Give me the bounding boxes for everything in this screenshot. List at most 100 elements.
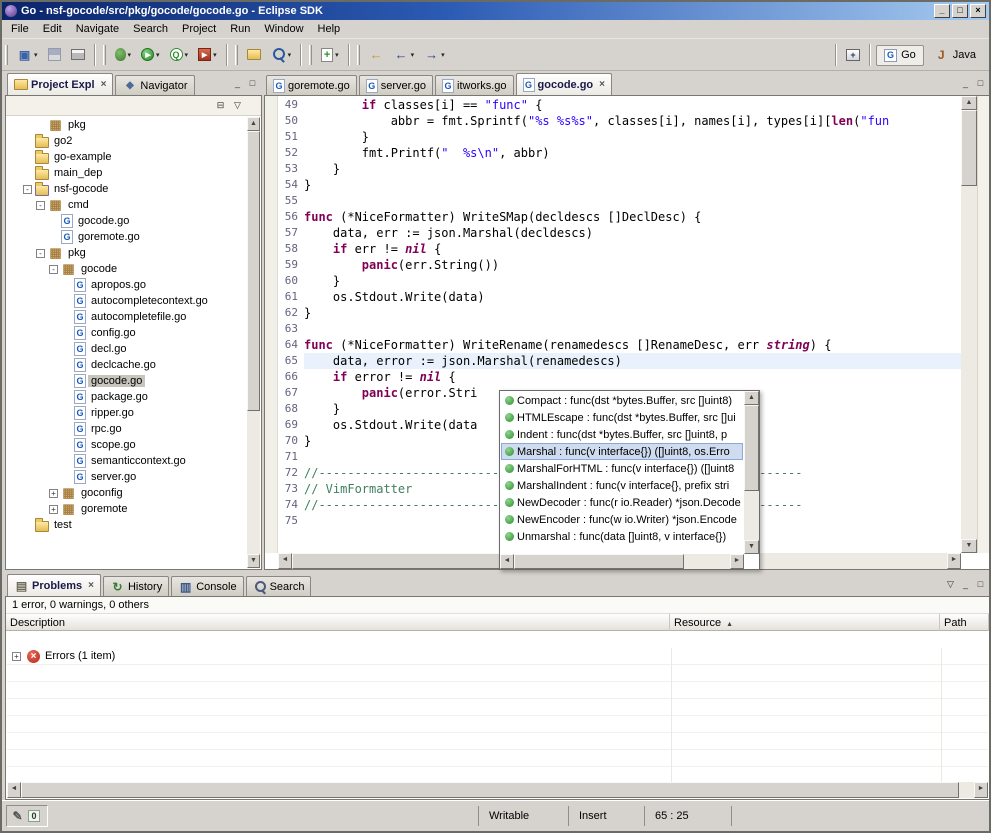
dropdown-arrow-icon[interactable]: ▾ <box>156 51 160 59</box>
editor-tab-server-go[interactable]: server.go <box>359 75 433 95</box>
maximize-view-icon[interactable]: □ <box>245 77 260 91</box>
tree-item-goremote-go[interactable]: goremote.go <box>7 229 247 245</box>
tree-item-semanticcontext-go[interactable]: semanticcontext.go <box>7 453 247 469</box>
view-tab-problems[interactable]: Problems× <box>7 574 101 596</box>
dropdown-arrow-icon[interactable]: ▾ <box>335 51 339 59</box>
menu-file[interactable]: File <box>4 21 36 37</box>
view-menu-icon[interactable]: ▽ <box>230 99 245 113</box>
dropdown-arrow-icon[interactable]: ▾ <box>185 51 189 59</box>
plus-expander-icon[interactable]: + <box>49 505 58 514</box>
minus-expander-icon[interactable]: - <box>23 185 32 194</box>
maximize-button[interactable]: □ <box>952 4 968 18</box>
tree-item-autocompletecontext-go[interactable]: autocompletecontext.go <box>7 293 247 309</box>
tree-item-ripper-go[interactable]: ripper.go <box>7 405 247 421</box>
completion-item[interactable]: Unmarshal : func(data []uint8, v interfa… <box>501 528 743 545</box>
completion-item[interactable]: NewDecoder : func(r io.Reader) *json.Dec… <box>501 494 743 511</box>
coverage-button[interactable]: ▾ <box>166 45 193 64</box>
problem-row[interactable]: +Errors (1 item) <box>7 648 988 665</box>
back-button[interactable]: ▾ <box>390 45 419 65</box>
menu-project[interactable]: Project <box>175 21 223 37</box>
forward-button[interactable]: ▾ <box>420 45 449 65</box>
scrollbar-thumb[interactable] <box>514 554 684 569</box>
view-tab-navigator[interactable]: Navigator <box>115 75 194 95</box>
tree-item-pkg[interactable]: -pkg <box>7 245 247 261</box>
search-button[interactable]: ▾ <box>267 44 296 65</box>
debug-button[interactable]: ▾ <box>111 45 136 64</box>
tree-item-go-example[interactable]: go-example <box>7 149 247 165</box>
dropdown-arrow-icon[interactable]: ▾ <box>441 51 445 59</box>
scroll-right-icon[interactable] <box>730 554 744 569</box>
tree-item-autocompletefile-go[interactable]: autocompletefile.go <box>7 309 247 325</box>
scroll-right-icon[interactable] <box>974 782 988 798</box>
tree-item-config-go[interactable]: config.go <box>7 325 247 341</box>
scrollbar-thumb[interactable] <box>21 782 959 798</box>
scroll-up-icon[interactable] <box>247 117 260 131</box>
scrollbar-thumb[interactable] <box>744 405 759 491</box>
dropdown-arrow-icon[interactable]: ▾ <box>288 51 292 59</box>
scroll-down-icon[interactable] <box>744 540 759 554</box>
close-tab-icon[interactable]: × <box>599 79 605 90</box>
minus-expander-icon[interactable]: - <box>36 201 45 210</box>
tree-item-package-go[interactable]: package.go <box>7 389 247 405</box>
scrollbar-thumb[interactable] <box>292 553 522 569</box>
completion-item[interactable]: Marshal : func(v interface{}) ([]uint8, … <box>501 443 743 460</box>
overview-ruler[interactable] <box>977 96 989 553</box>
toolbar-drag-handle[interactable] <box>309 45 312 65</box>
editor-tab-itworks-go[interactable]: itworks.go <box>435 75 514 95</box>
tree-item-apropos-go[interactable]: apropos.go <box>7 277 247 293</box>
last-edit-location-button[interactable] <box>365 45 388 65</box>
close-tab-icon[interactable]: × <box>88 580 94 591</box>
view-tab-search[interactable]: Search <box>246 576 312 596</box>
dropdown-arrow-icon[interactable]: ▾ <box>213 51 217 59</box>
view-tab-console[interactable]: Console <box>171 576 243 596</box>
minus-expander-icon[interactable]: - <box>36 249 45 258</box>
tree-item-gocode[interactable]: -gocode <box>7 261 247 277</box>
title-bar[interactable]: Go - nsf-gocode/src/pkg/gocode/gocode.go… <box>2 2 989 20</box>
maximize-view-icon[interactable]: □ <box>973 578 988 592</box>
run-button[interactable]: ▾ <box>137 45 164 64</box>
open-element-button[interactable] <box>243 46 265 63</box>
column-header-path[interactable]: Path <box>940 614 989 631</box>
menu-run[interactable]: Run <box>223 21 257 37</box>
collapse-all-icon[interactable]: ⊟ <box>213 99 228 113</box>
column-header-description[interactable]: Description <box>6 614 670 631</box>
new-wizard-button[interactable]: ▾ <box>13 45 42 65</box>
dropdown-arrow-icon[interactable]: ▾ <box>411 51 415 59</box>
tree-item-server-go[interactable]: server.go <box>7 469 247 485</box>
tree-item-declcache-go[interactable]: declcache.go <box>7 357 247 373</box>
scroll-right-icon[interactable] <box>947 553 961 569</box>
editor-tab-gocode-go[interactable]: gocode.go× <box>516 73 612 95</box>
minimize-view-icon[interactable]: _ <box>958 578 973 592</box>
problems-horizontal-scrollbar[interactable] <box>7 782 988 798</box>
close-button[interactable]: × <box>970 4 986 18</box>
completion-item[interactable]: Indent : func(dst *bytes.Buffer, src []u… <box>501 426 743 443</box>
view-tab-project-expl[interactable]: Project Expl× <box>7 73 113 95</box>
popup-horizontal-scrollbar[interactable] <box>500 554 744 569</box>
completion-item[interactable]: MarshalForHTML : func(v interface{}) ([]… <box>501 460 743 477</box>
tree-item-gocode-go[interactable]: gocode.go <box>7 213 247 229</box>
scroll-up-icon[interactable] <box>744 391 759 405</box>
minimize-view-icon[interactable]: _ <box>958 77 973 91</box>
plus-expander-icon[interactable]: + <box>49 489 58 498</box>
scroll-left-icon[interactable] <box>500 554 514 569</box>
save-button[interactable] <box>44 45 65 64</box>
menu-edit[interactable]: Edit <box>36 21 69 37</box>
toolbar-drag-handle[interactable] <box>357 45 360 65</box>
scroll-up-icon[interactable] <box>961 96 977 110</box>
minimize-view-icon[interactable]: _ <box>230 77 245 91</box>
completion-item[interactable]: NewEncoder : func(w io.Writer) *json.Enc… <box>501 511 743 528</box>
popup-vertical-scrollbar[interactable] <box>744 391 759 554</box>
tree-item-nsf-gocode[interactable]: -nsf-gocode <box>7 181 247 197</box>
editor-tab-goremote-go[interactable]: goremote.go <box>266 75 357 95</box>
maximize-view-icon[interactable]: □ <box>973 77 988 91</box>
plus-expander-icon[interactable]: + <box>12 652 21 661</box>
open-perspective-button[interactable] <box>842 46 864 64</box>
annotation-ruler[interactable] <box>265 96 278 553</box>
menu-window[interactable]: Window <box>257 21 310 37</box>
tree-item-rpc-go[interactable]: rpc.go <box>7 421 247 437</box>
view-menu-icon[interactable]: ▽ <box>943 578 958 592</box>
perspective-go-button[interactable]: Go <box>876 45 924 66</box>
column-header-resource[interactable]: Resource <box>670 614 940 631</box>
menu-navigate[interactable]: Navigate <box>69 21 126 37</box>
perspective-java-button[interactable]: Java <box>926 44 984 66</box>
